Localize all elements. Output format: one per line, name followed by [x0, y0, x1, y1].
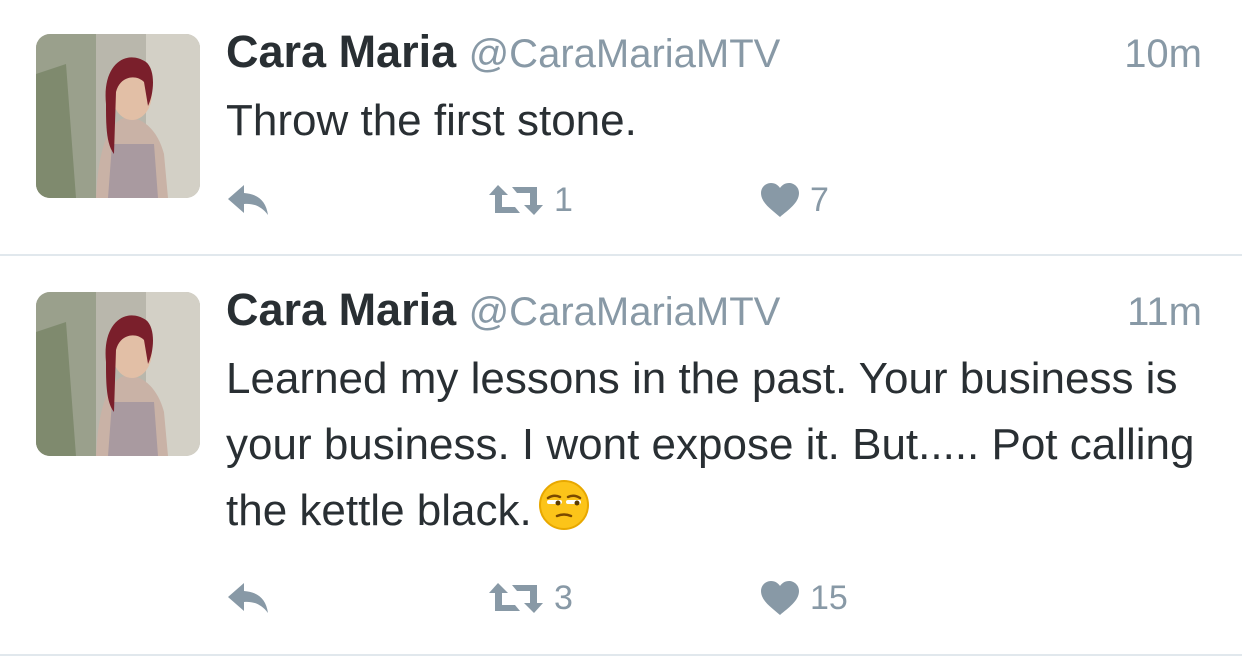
- tweet[interactable]: Cara Maria @CaraMariaMTV 10m Throw the f…: [0, 0, 1242, 256]
- reply-icon: [226, 581, 272, 615]
- reply-icon: [226, 183, 272, 217]
- display-name[interactable]: Cara Maria: [226, 26, 456, 77]
- tweet-text-content: Throw the first stone.: [226, 96, 637, 145]
- retweet-count: 1: [554, 180, 573, 219]
- tweet-header: Cara Maria @CaraMariaMTV 10m: [226, 26, 1202, 82]
- heart-icon: [760, 182, 800, 218]
- tweet-text: Throw the first stone.: [226, 88, 1202, 154]
- user-handle[interactable]: @CaraMariaMTV: [469, 290, 781, 334]
- retweet-button[interactable]: 3: [488, 576, 573, 620]
- heart-icon: [760, 580, 800, 616]
- retweet-count: 3: [554, 578, 573, 617]
- retweet-button[interactable]: 1: [488, 178, 573, 222]
- like-count: 15: [810, 578, 848, 617]
- avatar[interactable]: [36, 292, 200, 456]
- tweet-text: Learned my lessons in the past. Your bus…: [226, 346, 1202, 550]
- unamused-face-emoji: [538, 479, 590, 550]
- user-handle[interactable]: @CaraMariaMTV: [469, 32, 781, 76]
- tweet-actions: 1 7: [226, 178, 926, 222]
- display-name[interactable]: Cara Maria: [226, 284, 456, 335]
- like-button[interactable]: 7: [760, 178, 829, 222]
- reply-button[interactable]: [226, 576, 272, 620]
- timestamp[interactable]: 11m: [1127, 290, 1202, 335]
- tweet[interactable]: Cara Maria @CaraMariaMTV 11m Learned my …: [0, 256, 1242, 656]
- timestamp[interactable]: 10m: [1124, 32, 1202, 77]
- avatar[interactable]: [36, 34, 200, 198]
- retweet-icon: [488, 183, 544, 217]
- tweet-text-content: Learned my lessons in the past. Your bus…: [226, 354, 1195, 535]
- reply-button[interactable]: [226, 178, 272, 222]
- tweet-header: Cara Maria @CaraMariaMTV 11m: [226, 284, 1202, 340]
- tweet-actions: 3 15: [226, 576, 926, 620]
- like-button[interactable]: 15: [760, 576, 848, 620]
- like-count: 7: [810, 180, 829, 219]
- retweet-icon: [488, 581, 544, 615]
